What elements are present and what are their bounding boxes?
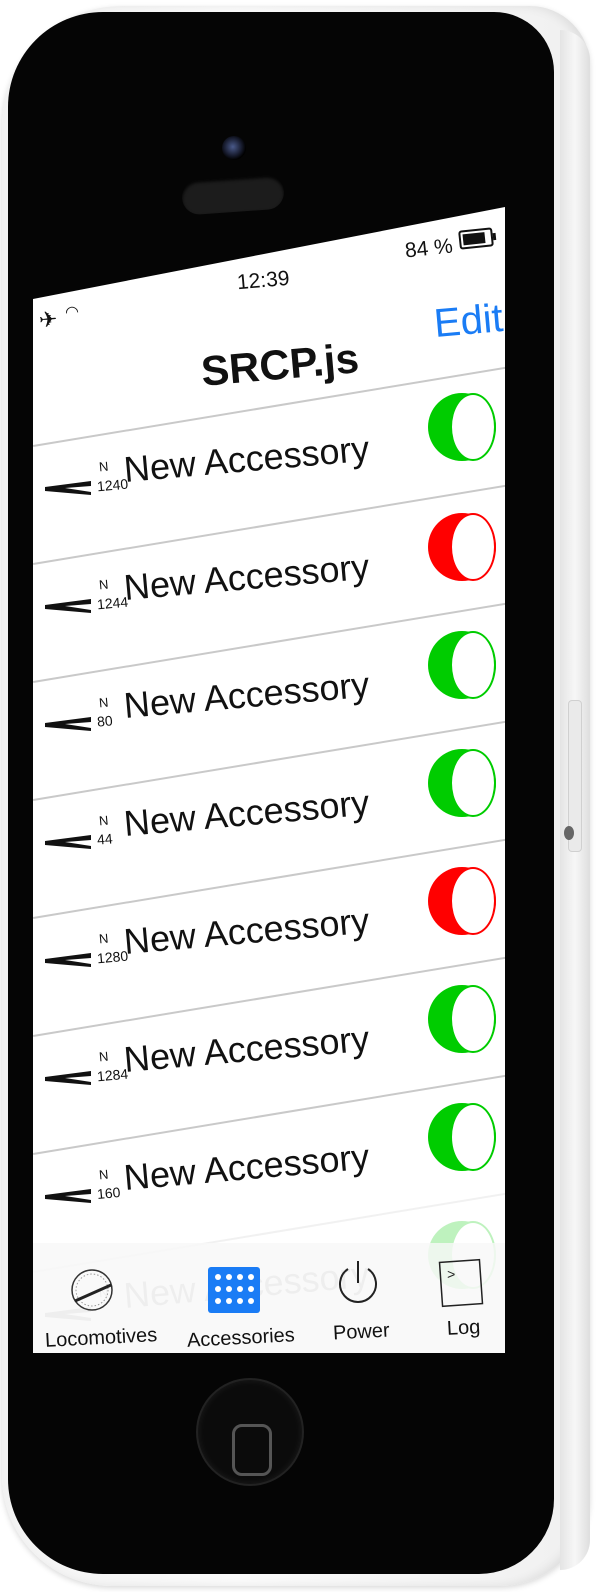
app-screen: N 1240 New Accessory N 1244 New Accessory N 80 N… [33, 207, 505, 1353]
tab-locomotives[interactable]: Locomotives [33, 1243, 158, 1353]
toggle-knob [450, 631, 496, 699]
home-button-icon [232, 1424, 272, 1476]
earpiece-speaker [180, 174, 286, 216]
accessory-toggle-off[interactable] [428, 513, 496, 581]
tab-log[interactable]: > Log [423, 1243, 505, 1353]
address-number: 160 [96, 1184, 122, 1202]
accessory-name[interactable]: New Accessory [122, 1018, 371, 1081]
turnout-icon [45, 1189, 91, 1203]
address-prefix: N [98, 1048, 110, 1065]
accessory-name[interactable]: New Accessory [122, 546, 371, 609]
battery-icon [458, 227, 497, 250]
tab-accessories[interactable]: Accessories [173, 1243, 295, 1353]
toggle-knob [450, 513, 496, 581]
accessory-toggle-on[interactable] [428, 631, 496, 699]
toggle-knob [450, 867, 496, 935]
address-prefix: N [98, 458, 110, 475]
toggle-knob [450, 749, 496, 817]
accessory-name[interactable]: New Accessory [122, 664, 371, 727]
toggle-knob [450, 1103, 496, 1171]
accessory-toggle-on[interactable] [428, 1103, 496, 1171]
turnout-icon [45, 717, 91, 731]
turnout-icon [45, 835, 91, 849]
switchboard-icon [208, 1267, 260, 1313]
tab-bar: Locomotives Accessories Power > Log [33, 1243, 505, 1353]
address-number: 44 [96, 830, 114, 848]
list-item[interactable]: N 80 New Accessory [33, 600, 505, 731]
front-camera [222, 136, 246, 160]
tab-label-power: Power [332, 1319, 391, 1345]
svg-text:>: > [447, 1268, 455, 1284]
tab-label-log: Log [446, 1316, 481, 1340]
accessory-toggle-on[interactable] [428, 749, 496, 817]
tab-label-accessories: Accessories [186, 1324, 296, 1352]
power-icon [339, 1261, 377, 1303]
turnout-icon [45, 953, 91, 967]
address-number: 80 [96, 712, 114, 730]
accessory-toggle-on[interactable] [428, 393, 496, 461]
accessory-toggle-on[interactable] [428, 985, 496, 1053]
list-item[interactable]: N 1240 New Accessory [33, 364, 505, 495]
accessory-name[interactable]: New Accessory [122, 1136, 371, 1199]
accessory-name[interactable]: New Accessory [122, 782, 371, 845]
accessory-toggle-off[interactable] [428, 867, 496, 935]
tab-power[interactable]: Power [313, 1243, 403, 1353]
side-switch [564, 826, 574, 840]
turnout-icon [45, 599, 91, 613]
accessory-name[interactable]: New Accessory [122, 428, 371, 491]
speedometer-icon [71, 1269, 113, 1311]
wifi-icon: ◠ [64, 303, 80, 322]
battery-percent: 84 % [403, 234, 454, 263]
address-prefix: N [98, 1166, 110, 1183]
turnout-icon [45, 1071, 91, 1085]
address-prefix: N [98, 694, 110, 711]
address-prefix: N [98, 930, 110, 947]
address-prefix: N [98, 812, 110, 829]
airplane-icon: ✈ [37, 306, 59, 333]
toggle-knob [450, 985, 496, 1053]
terminal-icon: > [438, 1258, 484, 1308]
accessory-name[interactable]: New Accessory [122, 900, 371, 963]
edit-button[interactable]: Edit [432, 296, 505, 347]
status-time: 12:39 [236, 266, 291, 295]
list-item[interactable]: N 1280 New Accessory [33, 836, 505, 967]
toggle-knob [450, 393, 496, 461]
list-item[interactable]: N 44 New Accessory [33, 718, 505, 849]
tab-label-locomotives: Locomotives [44, 1324, 158, 1352]
turnout-icon [45, 481, 91, 495]
address-prefix: N [98, 576, 110, 593]
list-item[interactable]: N 160 New Accessory [33, 1072, 505, 1203]
list-item[interactable]: N 1284 New Accessory [33, 954, 505, 1085]
list-item[interactable]: N 1244 New Accessory [33, 482, 505, 613]
